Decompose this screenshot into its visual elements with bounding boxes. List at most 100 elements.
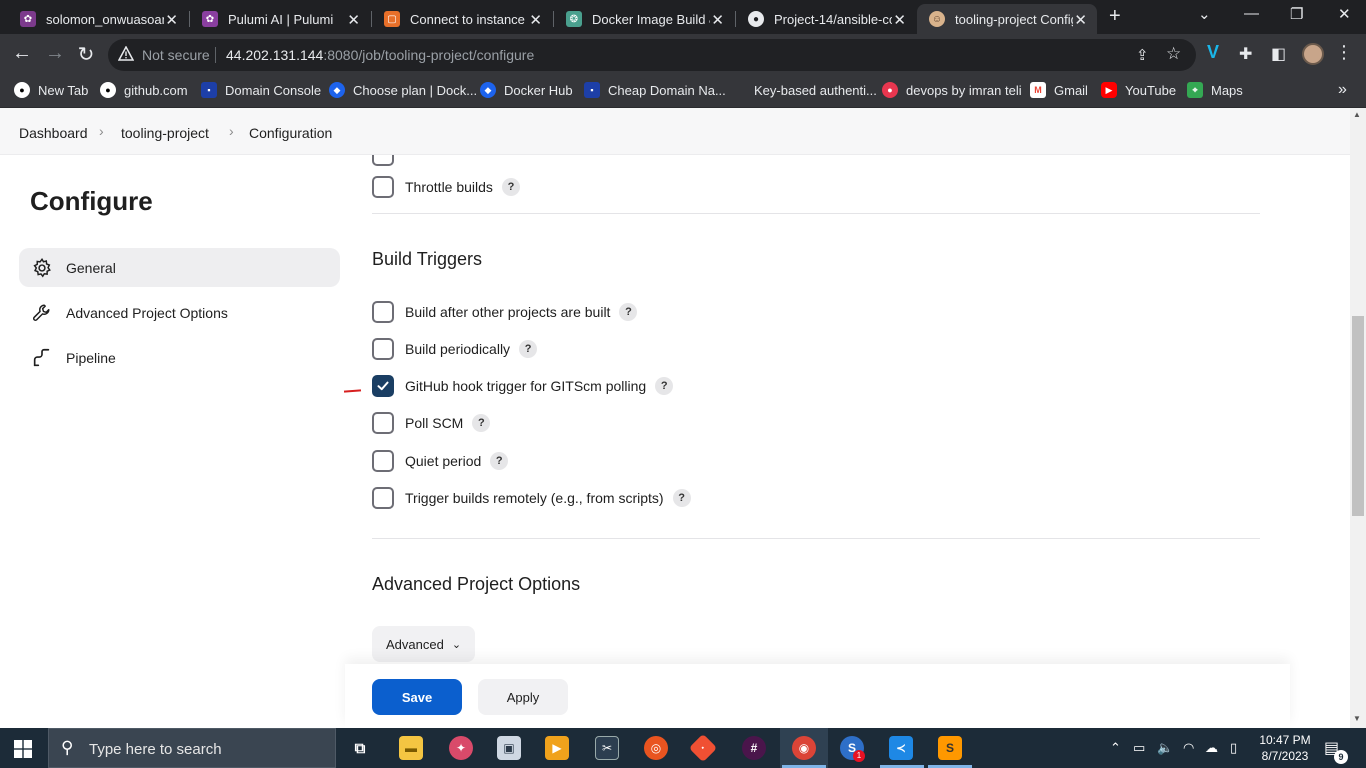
close-tab-icon[interactable]: ✕ [893,11,906,29]
checkbox[interactable] [372,487,394,509]
bookmark-item[interactable]: ◆ Choose plan | Dock... [329,82,477,98]
new-tab-plus-icon[interactable]: + [1109,5,1121,28]
trigger-option[interactable]: Quiet period ? [372,450,509,472]
bookmark-item[interactable]: ⌖ Maps [1187,82,1243,98]
bookmark-item[interactable]: ▶ YouTube [1101,82,1176,98]
back-arrow-icon[interactable]: ← [9,42,35,65]
trigger-option[interactable]: Trigger builds remotely (e.g., from scri… [372,487,691,509]
bookmark-item[interactable]: ● devops by imran teli [882,82,1022,98]
address-bar[interactable]: Not secure 44.202.131.144:8080/job/tooli… [108,39,1196,71]
extensions-puzzle-icon[interactable]: ✚ [1239,44,1252,64]
battery-icon[interactable]: ▭ [1133,740,1145,756]
help-icon[interactable]: ? [490,452,509,470]
help-icon[interactable]: ? [619,303,638,321]
checkbox[interactable] [372,412,394,434]
help-icon[interactable]: ? [672,489,691,507]
checkbox[interactable] [372,450,394,472]
scroll-up-arrow-icon[interactable]: ▲ [1353,110,1361,119]
checkbox-checked[interactable] [372,375,394,397]
option-label: Quiet period [405,453,482,469]
tab-title: Pulumi AI | Pulumi [228,11,334,27]
bookmark-star-icon[interactable]: ☆ [1166,44,1181,64]
task-view-icon[interactable]: ⧉ [348,736,372,760]
close-tab-icon[interactable]: ✕ [347,11,360,29]
close-window-icon[interactable]: ✕ [1338,5,1351,23]
browser-tab[interactable]: ✿ Pulumi AI | Pulumi ✕ [190,4,370,34]
gear-icon [31,257,53,279]
media-player-icon[interactable]: ▶ [545,736,569,760]
bookmark-item[interactable]: ▪ Domain Console [201,82,321,98]
scroll-down-arrow-icon[interactable]: ▼ [1353,714,1361,723]
breadcrumb-configuration[interactable]: Configuration [249,125,332,141]
browser-tab[interactable]: ● Project-14/ansible-co ✕ [736,4,916,34]
close-tab-icon[interactable]: ✕ [1074,11,1087,29]
tray-chevron-up-icon[interactable]: ⌃ [1110,740,1121,756]
sidebar-item-general[interactable]: General [19,248,340,287]
bookmark-item[interactable]: ▪ Cheap Domain Na... [584,82,726,98]
bookmark-item[interactable]: ● github.com [100,82,188,98]
sidebar-item-pipeline[interactable]: Pipeline [19,338,340,377]
browser-tab[interactable]: ❂ Docker Image Build & ✕ [554,4,734,34]
apply-button[interactable]: Apply [478,679,568,715]
help-icon[interactable]: ? [501,178,520,196]
close-tab-icon[interactable]: ✕ [529,11,542,29]
forward-arrow-icon[interactable]: → [42,42,68,65]
help-icon[interactable]: ? [655,377,674,395]
vimeo-extension-icon[interactable]: V [1207,42,1219,63]
cloud-icon[interactable]: ☁ [1205,740,1218,756]
breadcrumb-project[interactable]: tooling-project [121,125,209,141]
trigger-option[interactable]: GitHub hook trigger for GITScm polling ? [372,375,674,397]
bookmark-item[interactable]: M Gmail [1030,82,1088,98]
windows-start-icon[interactable] [14,740,32,758]
option-label: Build after other projects are built [405,304,611,320]
option-label: GitHub hook trigger for GITScm polling [405,378,647,394]
volume-icon[interactable]: 🔈 [1157,740,1173,756]
checkbox[interactable] [372,176,394,198]
browser-tab-active[interactable]: ☺ tooling-project Config ✕ [917,4,1097,34]
system-clock[interactable]: 10:47 PM 8/7/2023 [1254,732,1316,764]
share-icon[interactable]: ⇪ [1136,46,1149,64]
bookmark-item[interactable]: Key-based authenti... [730,82,877,98]
vscode-icon[interactable]: ≺ [889,736,913,760]
wifi-icon[interactable]: ◠ [1183,740,1194,756]
browser-tab[interactable]: ▢ Connect to instance | I ✕ [372,4,552,34]
chrome-menu-icon[interactable]: ⋮ [1335,42,1353,63]
file-explorer-icon[interactable]: ▬ [399,736,423,760]
bookmark-item[interactable]: ◆ Docker Hub [480,82,573,98]
app-icon[interactable]: ▣ [497,736,521,760]
divider [372,538,1260,539]
bookmark-item[interactable]: ● New Tab [14,82,88,98]
ubuntu-icon[interactable]: ◎ [644,736,668,760]
git-icon[interactable]: · [688,733,718,763]
snipping-tool-icon[interactable]: ✂ [595,736,619,760]
save-button[interactable]: Save [372,679,462,715]
help-icon[interactable]: ? [519,340,538,358]
app-icon[interactable]: ✦ [449,736,473,760]
breadcrumb-dashboard[interactable]: Dashboard [19,125,88,141]
sidebar-item-advanced-project-options[interactable]: Advanced Project Options [19,293,340,332]
minimize-icon[interactable]: — [1244,5,1259,22]
restore-icon[interactable]: ❐ [1290,5,1303,23]
slack-icon[interactable]: # [742,736,766,760]
advanced-button[interactable]: Advanced ⌄ [372,626,476,662]
throttle-builds-option[interactable]: Throttle builds ? [372,176,520,198]
profile-avatar[interactable] [1302,43,1324,65]
help-icon[interactable]: ? [472,414,491,432]
more-bookmarks-icon[interactable]: » [1338,81,1347,99]
chrome-icon[interactable]: ◉ [792,736,816,760]
checkbox[interactable] [372,301,394,323]
trigger-option[interactable]: Poll SCM ? [372,412,491,434]
browser-tab[interactable]: ✿ solomon_onwuasoany ✕ [8,4,188,34]
side-panel-icon[interactable]: ◧ [1271,44,1286,64]
reload-icon[interactable]: ↻ [73,42,99,67]
taskbar-search-box[interactable]: ⚲ Type here to search [48,728,336,768]
sublime-text-icon[interactable]: S [938,736,962,760]
close-tab-icon[interactable]: ✕ [711,11,724,29]
checkbox[interactable] [372,338,394,360]
tab-search-chevron-icon[interactable]: ⌄ [1198,5,1211,23]
close-tab-icon[interactable]: ✕ [165,11,178,29]
device-icon[interactable]: ▯ [1230,740,1237,756]
trigger-option[interactable]: Build after other projects are built ? [372,301,638,323]
scrollbar-thumb[interactable] [1352,316,1364,516]
trigger-option[interactable]: Build periodically ? [372,338,538,360]
